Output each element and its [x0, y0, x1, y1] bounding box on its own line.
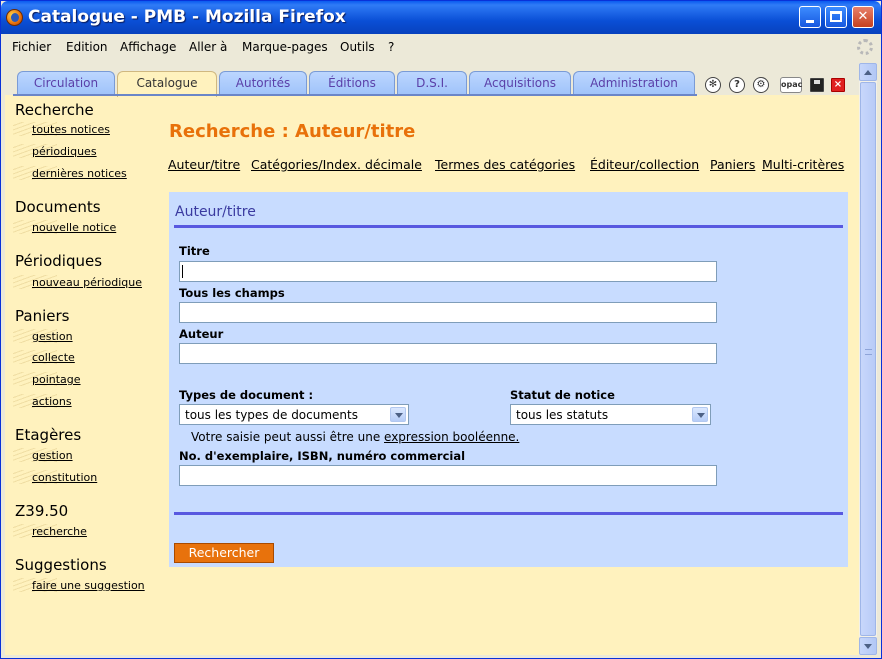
- statut-label: Statut de notice: [510, 388, 615, 402]
- auteur-label: Auteur: [179, 327, 224, 341]
- menu-help[interactable]: ?: [388, 40, 394, 54]
- doc-type-label: Types de document :: [179, 388, 314, 402]
- tab-underline: [13, 94, 697, 96]
- menu-marque-pages[interactable]: Marque-pages: [242, 40, 328, 54]
- sublink-paniers[interactable]: Paniers: [710, 157, 755, 172]
- title-bar[interactable]: Catalogue - PMB - Mozilla Firefox ✕: [1, 1, 881, 34]
- tab-acquisitions[interactable]: Acquisitions: [469, 71, 571, 95]
- boolean-hint-text: Votre saisie peut aussi être une: [191, 430, 385, 444]
- page-title: Recherche : Auteur/titre: [169, 121, 416, 142]
- sidebar-heading-etageres: Etagères: [15, 426, 82, 444]
- exemplaire-input[interactable]: [179, 465, 717, 486]
- statut-selected: tous les statuts: [516, 408, 609, 422]
- sidebar-link-dernieres-notices[interactable]: dernières notices: [32, 167, 127, 180]
- boolean-hint: Votre saisie peut aussi être une express…: [191, 430, 519, 444]
- save-icon[interactable]: [810, 78, 824, 92]
- menu-aller-a[interactable]: Aller à: [189, 40, 227, 54]
- maximize-button[interactable]: [825, 6, 847, 28]
- page-content: Circulation Catalogue Autorités Éditions…: [5, 63, 859, 655]
- sidebar-link-pointage[interactable]: pointage: [32, 373, 81, 386]
- scroll-grip-icon: [865, 349, 872, 355]
- tous-champs-label: Tous les champs: [179, 286, 285, 300]
- chevron-down-icon[interactable]: [390, 407, 406, 422]
- tab-administration[interactable]: Administration: [573, 71, 695, 95]
- sidebar-link-z3950-recherche[interactable]: recherche: [32, 525, 87, 538]
- menu-fichier[interactable]: Fichier: [12, 40, 51, 54]
- doc-type-select[interactable]: tous les types de documents: [179, 404, 409, 425]
- firefox-logo-icon: [6, 9, 23, 26]
- menu-edition[interactable]: Edition: [66, 40, 108, 54]
- tab-dsi[interactable]: D.S.I.: [397, 71, 467, 95]
- doc-type-selected: tous les types de documents: [185, 408, 358, 422]
- menu-outils[interactable]: Outils: [340, 40, 375, 54]
- sidebar-heading-documents: Documents: [15, 198, 101, 216]
- maximize-icon: [830, 11, 842, 22]
- menu-affichage[interactable]: Affichage: [120, 40, 176, 54]
- sublink-categories[interactable]: Catégories/Index. décimale: [251, 157, 422, 172]
- help-icon[interactable]: ?: [729, 77, 745, 93]
- sidebar-link-nouveau-periodique[interactable]: nouveau périodique: [32, 276, 142, 289]
- tab-editions[interactable]: Éditions: [309, 71, 395, 95]
- chevron-down-icon[interactable]: [692, 407, 708, 422]
- sidebar-heading-suggestions: Suggestions: [15, 556, 107, 574]
- loading-throbber-icon: [857, 39, 873, 55]
- titre-input[interactable]: [179, 261, 717, 282]
- auteur-input[interactable]: [179, 343, 717, 364]
- minimize-button[interactable]: [799, 6, 821, 28]
- settings-gear-icon[interactable]: ⚙: [753, 77, 769, 93]
- sidebar-link-etageres-gestion[interactable]: gestion: [32, 449, 73, 462]
- sidebar-link-periodiques[interactable]: périodiques: [32, 145, 97, 158]
- sidebar-heading-periodiques: Périodiques: [15, 252, 103, 270]
- minimize-icon: [806, 20, 814, 23]
- menu-bar: Fichier Edition Affichage Aller à Marque…: [2, 34, 881, 60]
- sublink-multi-criteres[interactable]: Multi-critères: [762, 157, 844, 172]
- sublink-auteur-titre[interactable]: Auteur/titre: [168, 157, 240, 172]
- sublink-editeur-collection[interactable]: Éditeur/collection: [590, 157, 699, 172]
- sidebar-link-toutes-notices[interactable]: toutes notices: [32, 123, 110, 136]
- tab-autorites[interactable]: Autorités: [219, 71, 307, 95]
- logout-icon[interactable]: ×: [831, 78, 845, 92]
- tab-circulation[interactable]: Circulation: [17, 71, 115, 95]
- sidebar-heading-paniers: Paniers: [15, 307, 70, 325]
- exemplaire-label: No. d'exemplaire, ISBN, numéro commercia…: [179, 449, 466, 463]
- sublink-termes-categories[interactable]: Termes des catégories: [435, 157, 575, 172]
- sidebar-link-paniers-gestion[interactable]: gestion: [32, 330, 73, 343]
- opac-icon[interactable]: opac: [780, 77, 802, 93]
- sidebar-heading-z3950: Z39.50: [15, 502, 69, 520]
- scroll-thumb[interactable]: [860, 82, 876, 636]
- browser-window: Catalogue - PMB - Mozilla Firefox ✕ Fich…: [0, 0, 882, 659]
- scroll-down-button[interactable]: [859, 637, 877, 655]
- scroll-up-button[interactable]: [859, 63, 877, 81]
- window-title: Catalogue - PMB - Mozilla Firefox: [28, 7, 346, 27]
- sidebar-link-collecte[interactable]: collecte: [32, 351, 75, 364]
- search-button[interactable]: Rechercher: [174, 543, 274, 563]
- sidebar-link-actions[interactable]: actions: [32, 395, 72, 408]
- search-form: Auteur/titre Titre Tous les champs Auteu…: [169, 192, 848, 567]
- close-window-button[interactable]: ✕: [852, 6, 874, 28]
- form-divider-top: [174, 225, 843, 228]
- sidebar-link-faire-une-suggestion[interactable]: faire une suggestion: [32, 579, 145, 592]
- statut-select[interactable]: tous les statuts: [510, 404, 711, 425]
- form-title: Auteur/titre: [175, 204, 256, 220]
- sidebar-link-constitution[interactable]: constitution: [32, 471, 97, 484]
- sidebar-heading-recherche: Recherche: [15, 101, 94, 119]
- titre-label: Titre: [179, 244, 210, 258]
- preferences-icon[interactable]: ✻: [705, 77, 721, 93]
- form-divider-bottom: [174, 512, 843, 515]
- boolean-expression-link[interactable]: expression booléenne.: [384, 430, 519, 444]
- tous-champs-input[interactable]: [179, 302, 717, 323]
- vertical-scrollbar[interactable]: [859, 63, 877, 655]
- sidebar-link-nouvelle-notice[interactable]: nouvelle notice: [32, 221, 116, 234]
